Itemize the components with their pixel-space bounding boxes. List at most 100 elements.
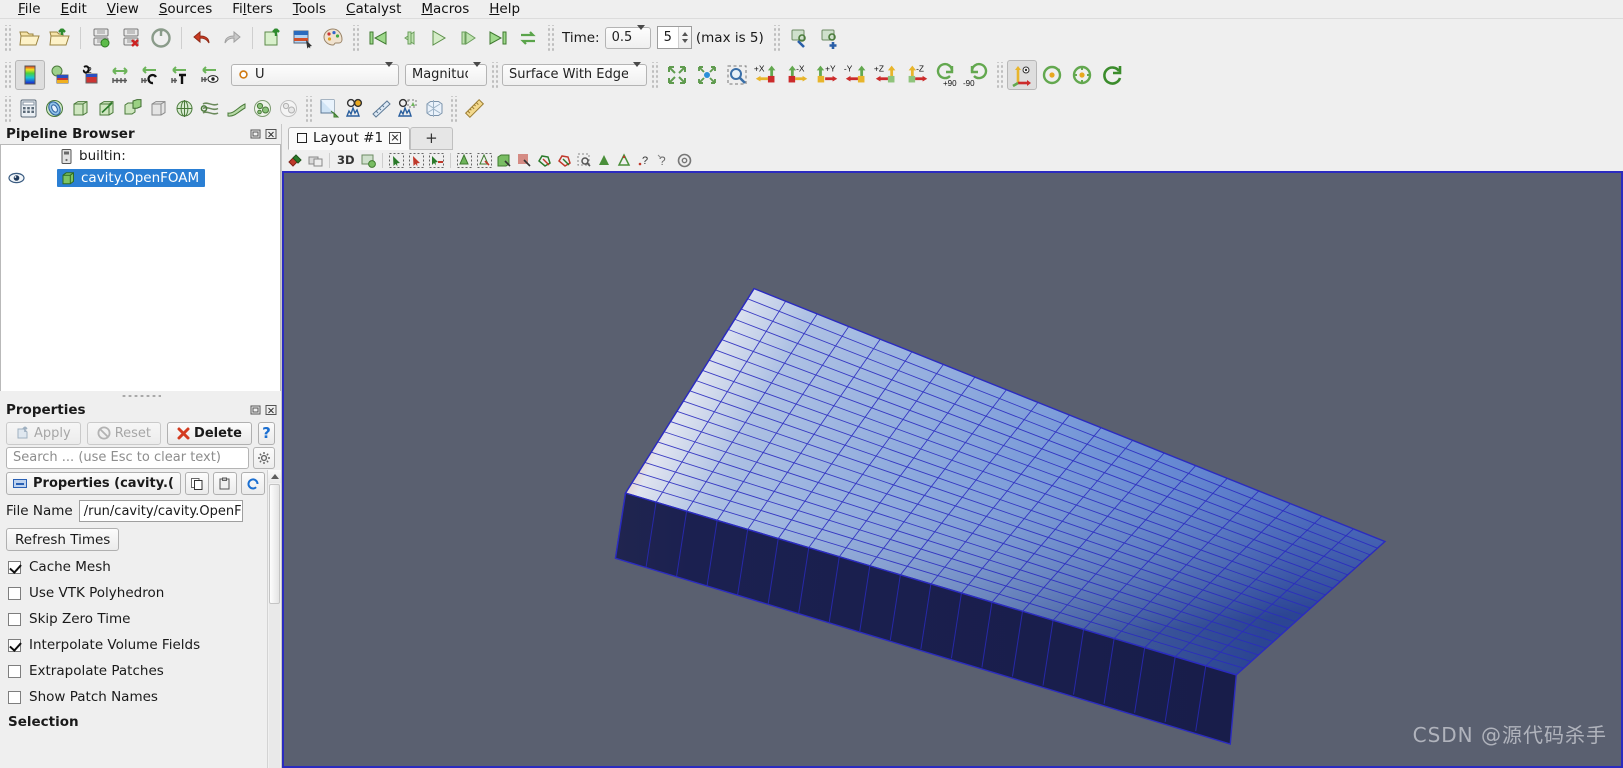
select-block-icon[interactable] [495, 151, 514, 170]
add-layout-tab[interactable]: + [410, 126, 453, 150]
render-view[interactable]: CSDN @源代码杀手 [282, 171, 1623, 768]
extract-selection-icon[interactable] [420, 96, 446, 122]
redo-icon[interactable] [217, 23, 247, 53]
zoom-to-box-icon[interactable] [722, 60, 752, 90]
advanced-properties-icon[interactable] [253, 446, 275, 469]
previous-frame-icon[interactable] [393, 23, 423, 53]
threshold-icon[interactable] [119, 96, 145, 122]
first-frame-icon[interactable] [363, 23, 393, 53]
edit-view-icon[interactable] [784, 23, 814, 53]
search-input[interactable]: Search ... (use Esc to clear text) [6, 446, 249, 469]
close-icon[interactable] [264, 128, 277, 141]
checkbox-show-patch-names[interactable]: Show Patch Names [0, 684, 267, 710]
camera-plus-x-button[interactable]: +X [752, 60, 782, 90]
plot-selection-icon[interactable] [342, 96, 368, 122]
toolbar-grip[interactable] [995, 61, 1004, 88]
glyph-icon[interactable] [171, 96, 197, 122]
hover-points-icon[interactable] [595, 151, 614, 170]
reset-button[interactable]: Reset [86, 421, 162, 445]
menu-view[interactable]: View [97, 0, 149, 18]
rescale-custom-icon[interactable]: 2 [75, 60, 105, 90]
show-center-axes-icon[interactable] [1007, 59, 1037, 90]
query-points-icon[interactable]: ? [635, 151, 654, 170]
frame-spinbox[interactable]: 5 [656, 26, 692, 49]
connect-server-icon[interactable] [86, 23, 116, 53]
toolbar-grip[interactable] [449, 95, 458, 122]
plot-data-icon[interactable] [368, 96, 394, 122]
reset-camera-icon[interactable] [662, 60, 692, 90]
contour-icon[interactable] [41, 96, 67, 122]
pipeline-item-builtin[interactable]: builtin: [1, 145, 280, 167]
menu-macros[interactable]: Macros [411, 0, 479, 18]
change-input-icon[interactable] [258, 23, 288, 53]
interaction-mode-icon[interactable] [286, 151, 305, 170]
checkbox-indicator[interactable] [8, 690, 21, 704]
delete-button[interactable]: Delete [167, 421, 252, 445]
open-file-icon[interactable] [15, 23, 45, 53]
camera-undo-icon[interactable] [306, 151, 325, 170]
last-frame-icon[interactable] [483, 23, 513, 53]
disconnect-server-icon[interactable] [116, 23, 146, 53]
frustum-cells-icon[interactable] [455, 151, 474, 170]
rescale-to-data-icon[interactable] [105, 60, 135, 90]
menu-sources[interactable]: Sources [149, 0, 222, 18]
representation-combo[interactable]: Surface With Edge [502, 62, 647, 86]
tab-layout-1[interactable]: Layout #1 [288, 126, 411, 150]
float-icon[interactable] [249, 404, 262, 417]
ruler-icon[interactable] [461, 96, 487, 122]
color-palette-icon[interactable] [318, 23, 348, 53]
cavity-mesh-render[interactable] [284, 173, 1621, 767]
scrollbar-thumb[interactable] [269, 484, 280, 604]
select-all-icon[interactable] [675, 151, 694, 170]
rescale-visible-icon[interactable] [165, 60, 195, 90]
checkbox-use-vtk-polyhedron[interactable]: Use VTK Polyhedron [0, 580, 267, 606]
copy-icon[interactable] [185, 472, 209, 495]
color-array-combo[interactable]: U [231, 62, 399, 86]
close-icon[interactable] [389, 132, 402, 145]
checkbox-cache-mesh[interactable]: Cache Mesh [0, 554, 267, 580]
view-mode-3d-button[interactable]: 3D [334, 153, 358, 167]
rescale-data-range-icon[interactable] [45, 60, 75, 90]
close-icon[interactable] [264, 404, 277, 417]
checkbox-indicator[interactable] [8, 664, 21, 678]
undo-icon[interactable] [187, 23, 217, 53]
loop-icon[interactable] [513, 23, 543, 53]
properties-section-header[interactable]: Properties (cavity.( [6, 472, 181, 495]
pick-center-icon[interactable] [1067, 60, 1097, 90]
time-combo[interactable]: 0.5 [604, 25, 651, 49]
menu-edit[interactable]: Edit [51, 0, 97, 18]
rotate-minus-90-button[interactable]: -90 [962, 60, 992, 90]
checkbox-indicator[interactable] [8, 638, 21, 652]
hover-cells-icon[interactable] [575, 151, 594, 170]
restore-defaults-icon[interactable] [241, 472, 265, 495]
query-cells-icon[interactable] [615, 151, 634, 170]
refresh-times-button[interactable]: Refresh Times [6, 528, 120, 551]
zoom-to-data-icon[interactable] [692, 60, 722, 90]
scroll-up-icon[interactable] [267, 470, 281, 483]
toolbar-grip[interactable] [3, 61, 12, 88]
slice-icon[interactable] [93, 96, 119, 122]
camera-minus-z-button[interactable]: -Z [902, 60, 932, 90]
camera-minus-x-button[interactable]: -X [782, 60, 812, 90]
checkbox-extrapolate-patches[interactable]: Extrapolate Patches [0, 658, 267, 684]
color-map-editor-icon[interactable] [15, 59, 45, 90]
warp-icon[interactable] [223, 96, 249, 122]
pipeline-item-cavity[interactable]: cavity.OpenFOAM [1, 167, 280, 189]
menu-catalyst[interactable]: Catalyst [336, 0, 411, 18]
clear-selection-icon[interactable]: ? [655, 151, 674, 170]
select-cells-through-icon[interactable] [427, 151, 446, 170]
apply-button[interactable]: Apply [6, 421, 81, 445]
plot-over-line-icon[interactable] [316, 96, 342, 122]
menu-filters[interactable]: Filters [222, 0, 283, 18]
rotate-icon[interactable] [1097, 60, 1127, 90]
toolbar-grip[interactable] [771, 24, 781, 51]
play-icon[interactable] [423, 23, 453, 53]
camera-plus-z-button[interactable]: +Z [872, 60, 902, 90]
toolbar-grip[interactable] [546, 24, 555, 51]
properties-scrollbar[interactable] [267, 470, 281, 768]
screenshot-icon[interactable] [288, 23, 318, 53]
toolbar-grip[interactable] [3, 24, 12, 51]
menu-tools[interactable]: Tools [283, 0, 336, 18]
float-icon[interactable] [249, 128, 262, 141]
stream-tracer-icon[interactable] [197, 96, 223, 122]
